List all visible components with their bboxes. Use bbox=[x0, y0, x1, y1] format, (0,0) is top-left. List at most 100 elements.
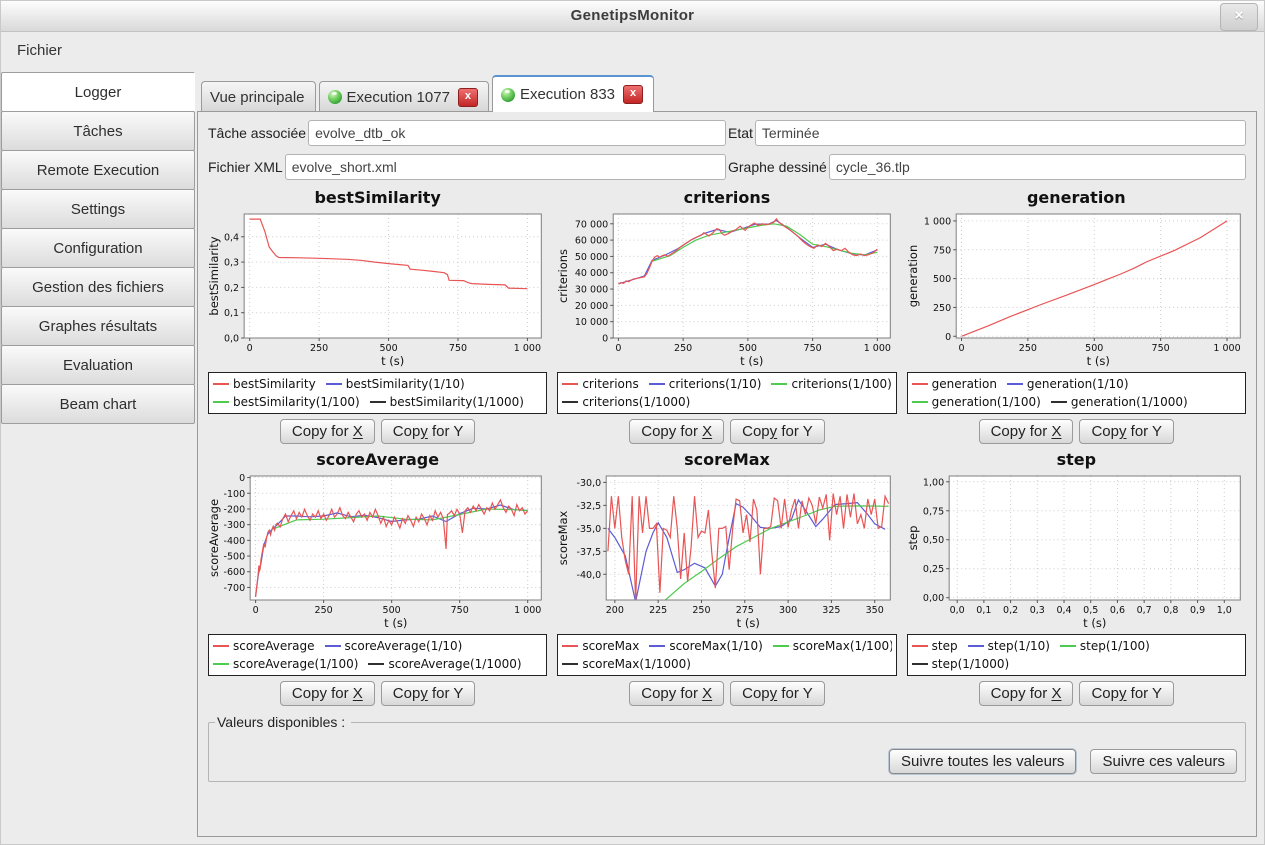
copy-for-x-button[interactable]: Copy for X bbox=[629, 419, 724, 444]
svg-text:60 000: 60 000 bbox=[575, 236, 608, 247]
sidebar-item-t-ches[interactable]: Tâches bbox=[1, 111, 195, 151]
svg-text:70 000: 70 000 bbox=[575, 219, 608, 230]
field-input-graphe-dessin-[interactable] bbox=[829, 154, 1246, 180]
titlebar: GenetipsMonitor × bbox=[1, 1, 1264, 32]
legend-label: scoreAverage(1/1000) bbox=[388, 657, 521, 671]
svg-text:250: 250 bbox=[310, 343, 328, 354]
chart-legend: generationgeneration(1/10)generation(1/1… bbox=[907, 372, 1246, 414]
tab-execution-833[interactable]: Execution 833 x bbox=[492, 75, 654, 112]
tab-execution-1077[interactable]: Execution 1077 x bbox=[319, 81, 489, 112]
suivre-ces-valeurs-button[interactable]: Suivre ces valeurs bbox=[1090, 749, 1237, 774]
chart-legend: criterionscriterions(1/10)criterions(1/1… bbox=[557, 372, 896, 414]
copy-for-y-button[interactable]: Copy for Y bbox=[1079, 681, 1174, 706]
legend-label: bestSimilarity(1/10) bbox=[346, 377, 465, 391]
sidebar-item-configuration[interactable]: Configuration bbox=[1, 228, 195, 268]
series-line-icon bbox=[649, 645, 665, 647]
svg-text:scoreAverage: scoreAverage bbox=[208, 499, 221, 577]
chart-plot-bestSimilarity: 02505007501 0000,00,10,20,30,4t (s)bestS… bbox=[208, 208, 547, 368]
copy-buttons-row: Copy for XCopy for Y bbox=[208, 419, 547, 444]
copy-for-y-button[interactable]: Copy for Y bbox=[730, 419, 825, 444]
legend-label: generation(1/100) bbox=[932, 395, 1041, 409]
copy-for-x-button[interactable]: Copy for X bbox=[280, 681, 375, 706]
svg-text:generation: generation bbox=[907, 245, 920, 308]
svg-text:0: 0 bbox=[616, 343, 622, 354]
window-close-button[interactable]: × bbox=[1220, 3, 1258, 31]
tab-label: Execution 833 bbox=[520, 86, 615, 103]
svg-text:0: 0 bbox=[247, 343, 253, 354]
svg-text:275: 275 bbox=[736, 605, 754, 616]
tab-vue-principale[interactable]: Vue principale bbox=[201, 81, 316, 112]
svg-text:250: 250 bbox=[933, 303, 951, 314]
form-field-group: Etat bbox=[728, 120, 1246, 146]
svg-text:750: 750 bbox=[451, 605, 469, 616]
sidebar-item-remote-execution[interactable]: Remote Execution bbox=[1, 150, 195, 190]
field-label-t-che-associ-e: Tâche associée bbox=[208, 125, 306, 141]
copy-for-y-button[interactable]: Copy for Y bbox=[381, 681, 476, 706]
tab-close-icon[interactable]: x bbox=[458, 88, 478, 107]
copy-buttons-row: Copy for XCopy for Y bbox=[208, 681, 547, 706]
svg-text:0,2: 0,2 bbox=[1003, 605, 1018, 616]
legend-row: criterionscriterions(1/10)criterions(1/1… bbox=[562, 375, 891, 393]
series-line-icon bbox=[562, 401, 578, 403]
svg-text:250: 250 bbox=[1018, 343, 1036, 354]
svg-text:0,3: 0,3 bbox=[224, 258, 239, 269]
legend-entry: generation(1/1000) bbox=[1051, 395, 1188, 409]
field-input-t-che-associ-e[interactable] bbox=[308, 120, 726, 146]
copy-for-y-button[interactable]: Copy for Y bbox=[1079, 419, 1174, 444]
legend-entry: bestSimilarity(1/10) bbox=[326, 377, 465, 391]
tab-label: Vue principale bbox=[210, 89, 305, 106]
field-input-fichier-xml[interactable] bbox=[285, 154, 726, 180]
svg-text:300: 300 bbox=[779, 605, 797, 616]
copy-for-x-button[interactable]: Copy for X bbox=[629, 681, 724, 706]
menu-fichier[interactable]: Fichier bbox=[11, 40, 68, 61]
charts-grid: bestSimilarity02505007501 0000,00,10,20,… bbox=[206, 188, 1248, 712]
copy-for-y-button[interactable]: Copy for Y bbox=[381, 419, 476, 444]
sidebar-item-beam-chart[interactable]: Beam chart bbox=[1, 384, 195, 424]
tab-label: Execution 1077 bbox=[347, 89, 450, 106]
sidebar-item-logger[interactable]: Logger bbox=[1, 72, 195, 112]
legend-label: bestSimilarity(1/100) bbox=[233, 395, 360, 409]
copy-for-y-button[interactable]: Copy for Y bbox=[730, 681, 825, 706]
svg-text:-400: -400 bbox=[224, 536, 246, 547]
svg-text:500: 500 bbox=[1085, 343, 1103, 354]
field-label-graphe-dessin-: Graphe dessiné bbox=[728, 159, 827, 175]
window-title: GenetipsMonitor bbox=[1, 1, 1264, 31]
legend-label: generation(1/1000) bbox=[1071, 395, 1188, 409]
tab-close-icon[interactable]: x bbox=[623, 85, 643, 104]
svg-text:20 000: 20 000 bbox=[575, 301, 608, 312]
legend-label: criterions bbox=[582, 377, 638, 391]
copy-for-x-button[interactable]: Copy for X bbox=[280, 419, 375, 444]
svg-text:-30,0: -30,0 bbox=[577, 478, 602, 489]
svg-text:750: 750 bbox=[804, 343, 822, 354]
series-line-icon bbox=[1051, 401, 1067, 403]
series-line-icon bbox=[968, 645, 984, 647]
svg-text:1 000: 1 000 bbox=[1213, 343, 1240, 354]
svg-text:500: 500 bbox=[379, 343, 397, 354]
form-field-group: Graphe dessiné bbox=[728, 154, 1246, 180]
copy-for-x-button[interactable]: Copy for X bbox=[979, 419, 1074, 444]
legend-label: step(1/1000) bbox=[932, 657, 1010, 671]
legend-label: generation bbox=[932, 377, 997, 391]
field-input-etat[interactable] bbox=[755, 120, 1246, 146]
svg-text:step: step bbox=[907, 526, 920, 551]
form-row: Tâche associée Etat bbox=[208, 120, 1246, 146]
footer-buttons: Suivre toutes les valeurs Suivre ces vale… bbox=[889, 749, 1237, 774]
copy-for-x-button[interactable]: Copy for X bbox=[979, 681, 1074, 706]
sidebar-item-graphes-r-sultats[interactable]: Graphes résultats bbox=[1, 306, 195, 346]
svg-text:0,9: 0,9 bbox=[1190, 605, 1205, 616]
svg-text:0,00: 0,00 bbox=[923, 593, 944, 604]
series-line-icon bbox=[213, 401, 229, 403]
sidebar-item-settings[interactable]: Settings bbox=[1, 189, 195, 229]
sidebar-item-gestion-des-fichiers[interactable]: Gestion des fichiers bbox=[1, 267, 195, 307]
svg-text:0,50: 0,50 bbox=[923, 535, 944, 546]
suivre-toutes-les-valeurs-button[interactable]: Suivre toutes les valeurs bbox=[889, 749, 1076, 774]
sidebar-item-evaluation[interactable]: Evaluation bbox=[1, 345, 195, 385]
svg-text:0,0: 0,0 bbox=[949, 605, 964, 616]
series-line-icon bbox=[912, 401, 928, 403]
legend-entry: scoreAverage(1/100) bbox=[213, 657, 358, 671]
chart-plot-step: 0,00,10,20,30,40,50,60,70,80,91,00,000,2… bbox=[907, 470, 1246, 630]
series-line-icon bbox=[213, 663, 229, 665]
svg-text:-300: -300 bbox=[224, 520, 246, 531]
legend-entry: criterions(1/100) bbox=[771, 377, 891, 391]
legend-entry: step(1/1000) bbox=[912, 657, 1010, 671]
